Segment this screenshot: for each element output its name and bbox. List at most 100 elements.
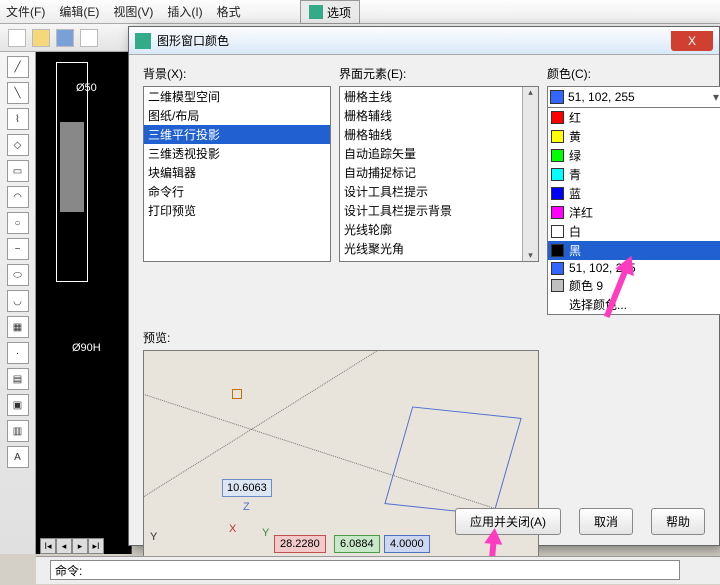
- help-button[interactable]: 帮助: [651, 508, 705, 535]
- color-name: 黑: [569, 242, 581, 259]
- menu-view[interactable]: 视图(V): [113, 3, 153, 20]
- bg-listbox[interactable]: 二维模型空间图纸/布局三维平行投影三维透视投影块编辑器命令行打印预览: [143, 86, 331, 262]
- color-item[interactable]: 颜色 9: [548, 276, 720, 295]
- hatch-tool-icon[interactable]: ▤: [7, 368, 29, 390]
- dialog-title: 图形窗口颜色: [157, 32, 229, 49]
- combo-swatch: [550, 90, 564, 104]
- app-icon: [309, 5, 323, 19]
- polygon-tool-icon[interactable]: ◇: [7, 134, 29, 156]
- spline-tool-icon[interactable]: ~: [7, 238, 29, 260]
- ellipse-tool-icon[interactable]: ⬭: [7, 264, 29, 286]
- text-tool-icon[interactable]: A: [7, 446, 29, 468]
- save-icon[interactable]: [56, 29, 74, 47]
- bg-item[interactable]: 三维平行投影: [144, 125, 330, 144]
- color-swatch-icon: [551, 130, 564, 143]
- drawing-canvas[interactable]: Ø50 Ø90H: [36, 52, 132, 554]
- color-combobox[interactable]: 51, 102, 255 ▾: [547, 86, 720, 108]
- bg-item[interactable]: 命令行: [144, 182, 330, 201]
- elem-item[interactable]: 设计工具栏提示: [340, 182, 538, 201]
- nav-next-icon[interactable]: ▸: [72, 538, 88, 554]
- menu-insert[interactable]: 插入(I): [167, 3, 202, 20]
- annotation-arrow-2: [484, 527, 503, 545]
- color-name: 洋红: [569, 204, 593, 221]
- apply-close-button[interactable]: 应用并关闭(A): [455, 508, 561, 535]
- line-tool-icon[interactable]: ╱: [7, 56, 29, 78]
- open-icon[interactable]: [32, 29, 50, 47]
- polyline-tool-icon[interactable]: ⌇: [7, 108, 29, 130]
- color-item[interactable]: 洋红: [548, 203, 720, 222]
- ellipsearc-tool-icon[interactable]: ◡: [7, 290, 29, 312]
- arc-tool-icon[interactable]: ◠: [7, 186, 29, 208]
- block-tool-icon[interactable]: ▦: [7, 316, 29, 338]
- color-dialog: 图形窗口颜色 X 背景(X): 二维模型空间图纸/布局三维平行投影三维透视投影块…: [128, 26, 720, 546]
- circle-tool-icon[interactable]: ○: [7, 212, 29, 234]
- elem-item[interactable]: 栅格轴线: [340, 125, 538, 144]
- color-swatch-icon: [551, 225, 564, 238]
- rect-tool-icon[interactable]: ▭: [7, 160, 29, 182]
- elem-item[interactable]: 设计工具栏提示背景: [340, 201, 538, 220]
- dialog-icon: [135, 33, 151, 49]
- color-item[interactable]: 青: [548, 165, 720, 184]
- axis-x: X: [229, 523, 236, 535]
- combo-value: 51, 102, 255: [568, 90, 635, 104]
- elem-item[interactable]: 自动追踪矢量: [340, 144, 538, 163]
- dialog-titlebar[interactable]: 图形窗口颜色 X: [129, 27, 719, 55]
- elem-item[interactable]: 光线轮廓: [340, 220, 538, 239]
- color-item[interactable]: 选择颜色...: [548, 295, 720, 314]
- elem-item[interactable]: 光线聚光角: [340, 239, 538, 258]
- color-swatch-icon: [551, 168, 564, 181]
- elements-section: 界面元素(E): 栅格主线栅格辅线栅格轴线自动追踪矢量自动捕捉标记设计工具栏提示…: [339, 65, 539, 315]
- command-line[interactable]: 命令:: [50, 560, 680, 580]
- color-item[interactable]: 红: [548, 108, 720, 127]
- options-tab[interactable]: 选项: [300, 0, 360, 24]
- scrollbar[interactable]: [522, 87, 538, 261]
- color-swatch-icon: [551, 244, 564, 257]
- bg-item[interactable]: 块编辑器: [144, 163, 330, 182]
- model-tabs[interactable]: I◂ ◂ ▸ ▸I: [40, 538, 104, 554]
- color-swatch-icon: [551, 206, 564, 219]
- color-item[interactable]: 绿: [548, 146, 720, 165]
- color-swatch-icon: [551, 187, 564, 200]
- table-tool-icon[interactable]: ▥: [7, 420, 29, 442]
- menu-edit[interactable]: 编辑(E): [59, 3, 99, 20]
- elem-listbox[interactable]: 栅格主线栅格辅线栅格轴线自动追踪矢量自动捕捉标记设计工具栏提示设计工具栏提示背景…: [339, 86, 539, 262]
- nav-last-icon[interactable]: ▸I: [88, 538, 104, 554]
- elem-item[interactable]: 栅格主线: [340, 87, 538, 106]
- bg-label: 背景(X):: [143, 65, 331, 82]
- color-name: 红: [569, 109, 581, 126]
- bg-item[interactable]: 打印预览: [144, 201, 330, 220]
- elem-item[interactable]: 自动捕捉标记: [340, 163, 538, 182]
- chevron-down-icon[interactable]: ▾: [708, 90, 720, 104]
- elem-item[interactable]: 栅格辅线: [340, 106, 538, 125]
- color-item[interactable]: 蓝: [548, 184, 720, 203]
- cancel-button[interactable]: 取消: [579, 508, 633, 535]
- color-name: 白: [569, 223, 581, 240]
- print-icon[interactable]: [80, 29, 98, 47]
- color-label: 颜色(C):: [547, 65, 720, 82]
- close-button[interactable]: X: [671, 31, 713, 51]
- nav-first-icon[interactable]: I◂: [40, 538, 56, 554]
- preview-tooltip: 10.6063: [222, 479, 272, 497]
- menu-file[interactable]: 文件(F): [6, 3, 45, 20]
- color-item[interactable]: 黄: [548, 127, 720, 146]
- bg-item[interactable]: 三维透视投影: [144, 144, 330, 163]
- color-item[interactable]: 白: [548, 222, 720, 241]
- xline-tool-icon[interactable]: ╲: [7, 82, 29, 104]
- color-dropdown-list[interactable]: 红黄绿青蓝洋红白黑51, 102, 255颜色 9选择颜色...: [547, 108, 720, 315]
- region-tool-icon[interactable]: ▣: [7, 394, 29, 416]
- point-tool-icon[interactable]: ·: [7, 342, 29, 364]
- bg-item[interactable]: 二维模型空间: [144, 87, 330, 106]
- color-name: 黄: [569, 128, 581, 145]
- color-name: 绿: [569, 147, 581, 164]
- bg-item[interactable]: 图纸/布局: [144, 106, 330, 125]
- nav-prev-icon[interactable]: ◂: [56, 538, 72, 554]
- axis-y: Y: [262, 527, 269, 539]
- color-swatch-icon: [551, 149, 564, 162]
- color-swatch-icon: [551, 298, 564, 311]
- status-bar: 命令:: [36, 556, 720, 584]
- elem-item[interactable]: 光源衰减: [340, 258, 538, 262]
- value-x: 28.2280: [274, 535, 326, 553]
- dimension-2: Ø90H: [72, 342, 101, 354]
- new-icon[interactable]: [8, 29, 26, 47]
- menu-format[interactable]: 格式: [217, 3, 241, 20]
